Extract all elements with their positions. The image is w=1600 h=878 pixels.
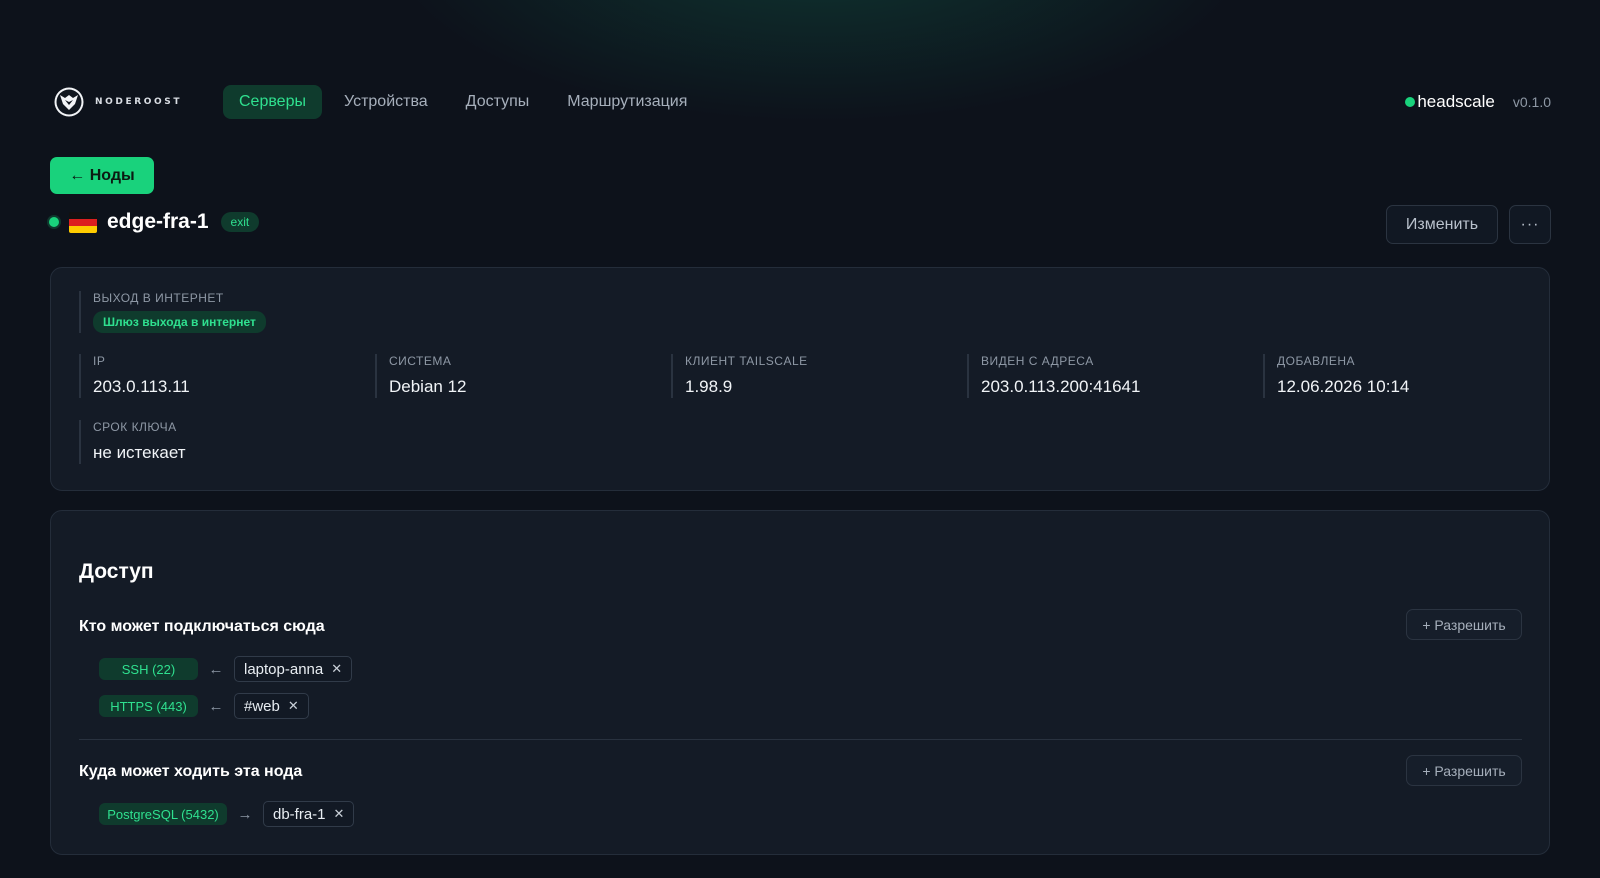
field-label: ДОБАВЛЕНА	[1277, 354, 1355, 368]
backend-online-dot	[1405, 97, 1416, 107]
section-divider	[79, 739, 1522, 740]
rule-target-tag: db-fra-1 ✕	[263, 801, 355, 827]
field-ip: IP 203.0.113.11	[79, 354, 190, 398]
nav-access[interactable]: Доступы	[450, 85, 546, 119]
header-right: headscale v0.1.0	[1405, 92, 1551, 112]
field-value: Debian 12	[389, 377, 467, 396]
incoming-rule: HTTPS (443) ← #web ✕	[99, 693, 309, 719]
nav-routing[interactable]: Маршрутизация	[551, 85, 703, 119]
brand-logo[interactable]: NODEROOST	[53, 86, 223, 118]
field-value: 1.98.9	[685, 377, 733, 396]
incoming-heading: Кто может подключаться сюда	[79, 618, 325, 635]
node-name: edge-fra-1	[107, 210, 209, 233]
field-tailscale-client: КЛИЕНТ TAILSCALE 1.98.9	[671, 354, 808, 398]
field-value: 203.0.113.11	[93, 377, 190, 396]
arrow-left-icon: ←	[208, 660, 224, 678]
incoming-rule: SSH (22) ← laptop-anna ✕	[99, 656, 353, 682]
germany-flag-icon	[69, 211, 97, 233]
node-title-row: edge-fra-1 exit	[49, 210, 260, 234]
port-pill: HTTPS (443)	[99, 695, 198, 717]
field-value: 203.0.113.200:41641	[981, 377, 1141, 396]
rule-target: laptop-anna	[244, 660, 324, 678]
nav-servers[interactable]: Серверы	[223, 85, 322, 119]
exit-node-badge: exit	[220, 212, 260, 232]
allow-outgoing-button[interactable]: + Разрешить	[1406, 755, 1522, 786]
field-value: не истекает	[93, 443, 186, 462]
field-label: КЛИЕНТ TAILSCALE	[685, 354, 808, 368]
field-label: СИСТЕМА	[389, 354, 452, 368]
rule-target: #web	[244, 697, 280, 715]
field-label: ВЫХОД В ИНТЕРНЕТ	[93, 291, 224, 305]
access-heading: Доступ	[79, 560, 154, 583]
more-actions-button[interactable]: ···	[1509, 205, 1551, 244]
field-exit: ВЫХОД В ИНТЕРНЕТ Шлюз выхода в интернет	[79, 291, 266, 333]
node-info-card: ВЫХОД В ИНТЕРНЕТ Шлюз выхода в интернет …	[50, 267, 1550, 491]
arrow-right-icon: →	[237, 805, 253, 823]
arrow-left-icon: ←	[208, 697, 224, 715]
port-pill: PostgreSQL (5432)	[99, 803, 227, 825]
app-version: v0.1.0	[1512, 94, 1551, 110]
field-label: IP	[93, 354, 106, 368]
field-seen-from: ВИДЕН С АДРЕСА 203.0.113.200:41641	[967, 354, 1140, 398]
remove-rule-icon[interactable]: ✕	[288, 698, 299, 714]
edit-button[interactable]: Изменить	[1386, 205, 1498, 244]
remove-rule-icon[interactable]: ✕	[334, 806, 345, 822]
back-to-nodes-button[interactable]: ← Ноды	[50, 157, 154, 194]
outgoing-heading: Куда может ходить эта нода	[79, 763, 303, 780]
top-bar: NODEROOST Серверы Устройства Доступы Мар…	[53, 84, 1551, 120]
rule-target-tag: laptop-anna ✕	[234, 656, 353, 682]
brand-name: NODEROOST	[95, 97, 183, 107]
nav-devices[interactable]: Устройства	[328, 85, 444, 119]
main-nav: Серверы Устройства Доступы Маршрутизация	[223, 85, 703, 119]
online-status-dot	[49, 217, 59, 227]
field-os: СИСТЕМА Debian 12	[375, 354, 467, 398]
access-card: Доступ Кто может подключаться сюда + Раз…	[50, 510, 1550, 855]
remove-rule-icon[interactable]: ✕	[331, 661, 342, 677]
field-added: ДОБАВЛЕНА 12.06.2026 10:14	[1263, 354, 1409, 398]
exit-gateway-badge: Шлюз выхода в интернет	[93, 311, 266, 333]
field-label: ВИДЕН С АДРЕСА	[981, 354, 1094, 368]
allow-incoming-button[interactable]: + Разрешить	[1406, 609, 1522, 640]
field-key-expiry: СРОК КЛЮЧА не истекает	[79, 420, 186, 464]
noderoost-logo-icon	[54, 87, 84, 117]
outgoing-rule: PostgreSQL (5432) → db-fra-1 ✕	[99, 801, 355, 827]
rule-target: db-fra-1	[273, 805, 326, 823]
backend-status: headscale	[1405, 92, 1495, 112]
port-pill: SSH (22)	[99, 658, 198, 680]
backend-name: headscale	[1417, 92, 1495, 111]
field-value: 12.06.2026 10:14	[1277, 377, 1410, 396]
field-label: СРОК КЛЮЧА	[93, 420, 177, 434]
rule-target-tag: #web ✕	[234, 693, 309, 719]
